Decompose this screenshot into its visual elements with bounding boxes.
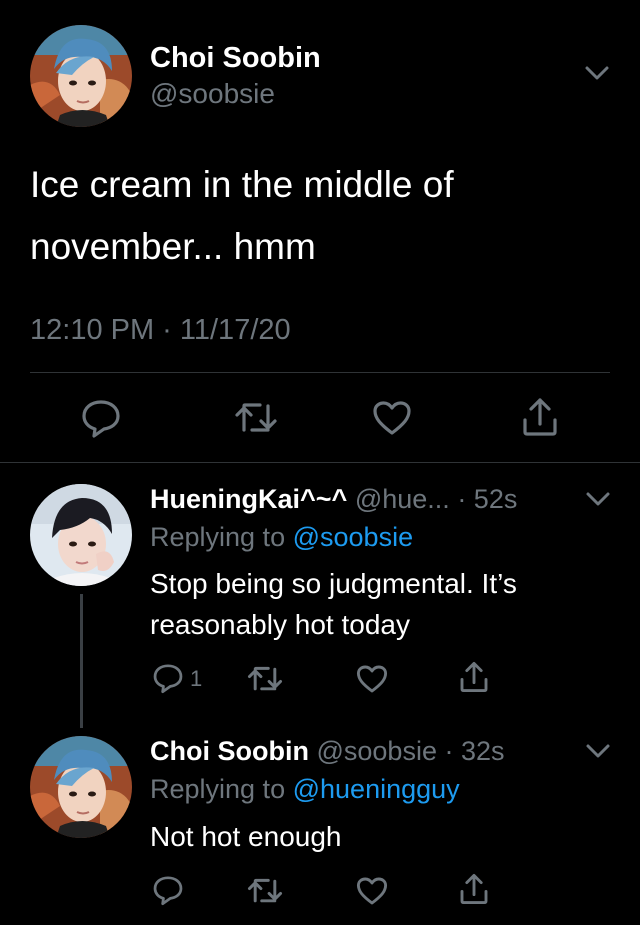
reply-icon[interactable] (152, 662, 184, 694)
author-name[interactable]: Choi Soobin (150, 42, 321, 75)
author-name[interactable]: HueningKai^~^ (150, 484, 347, 514)
replying-to-label: Replying to (150, 774, 286, 804)
tweet-timestamp[interactable]: 12:10 PM · 11/17/20 (30, 314, 291, 347)
replying-to-handle[interactable]: @soobsie (293, 522, 413, 552)
reply-text-line: Stop being so judgmental. It’s (150, 568, 517, 599)
reply-header: HueningKai^~^ @hue... · 52s (150, 484, 517, 515)
reply-icon[interactable] (80, 398, 122, 438)
heart-icon[interactable] (356, 664, 388, 694)
divider (0, 462, 640, 463)
replying-to: Replying to @hueningguy (150, 774, 460, 805)
share-icon[interactable] (458, 660, 490, 694)
retweet-icon[interactable] (234, 400, 278, 436)
avatar[interactable] (30, 484, 132, 586)
reply-text-line: Not hot enough (150, 821, 342, 852)
reply-text-line: reasonably hot today (150, 609, 410, 640)
reply-time[interactable]: · 52s (457, 484, 517, 514)
reply-time[interactable]: · 32s (444, 736, 504, 766)
divider (30, 372, 610, 373)
heart-icon[interactable] (356, 876, 388, 906)
author-name[interactable]: Choi Soobin (150, 736, 309, 766)
tweet-text-line: Ice cream in the middle of (30, 164, 454, 205)
avatar[interactable] (30, 25, 132, 127)
reply-header: Choi Soobin @soobsie · 32s (150, 736, 505, 767)
heart-icon[interactable] (372, 400, 412, 436)
thread-line (80, 594, 83, 728)
author-handle[interactable]: @soobsie (150, 78, 275, 110)
reply-icon[interactable] (152, 874, 184, 906)
retweet-icon[interactable] (247, 664, 283, 694)
share-icon[interactable] (458, 872, 490, 906)
share-icon[interactable] (520, 396, 560, 438)
author-handle[interactable]: @soobsie (316, 736, 436, 766)
reply-count: 1 (190, 666, 203, 691)
replying-to-handle[interactable]: @hueningguy (293, 774, 460, 804)
replying-to: Replying to @soobsie (150, 522, 413, 553)
author-handle[interactable]: @hue... (355, 484, 450, 514)
retweet-icon[interactable] (247, 876, 283, 906)
avatar[interactable] (30, 736, 132, 838)
chevron-down-icon[interactable] (584, 64, 610, 82)
chevron-down-icon[interactable] (585, 490, 611, 508)
chevron-down-icon[interactable] (585, 742, 611, 760)
tweet-text-line: november... hmm (30, 226, 316, 267)
replying-to-label: Replying to (150, 522, 286, 552)
